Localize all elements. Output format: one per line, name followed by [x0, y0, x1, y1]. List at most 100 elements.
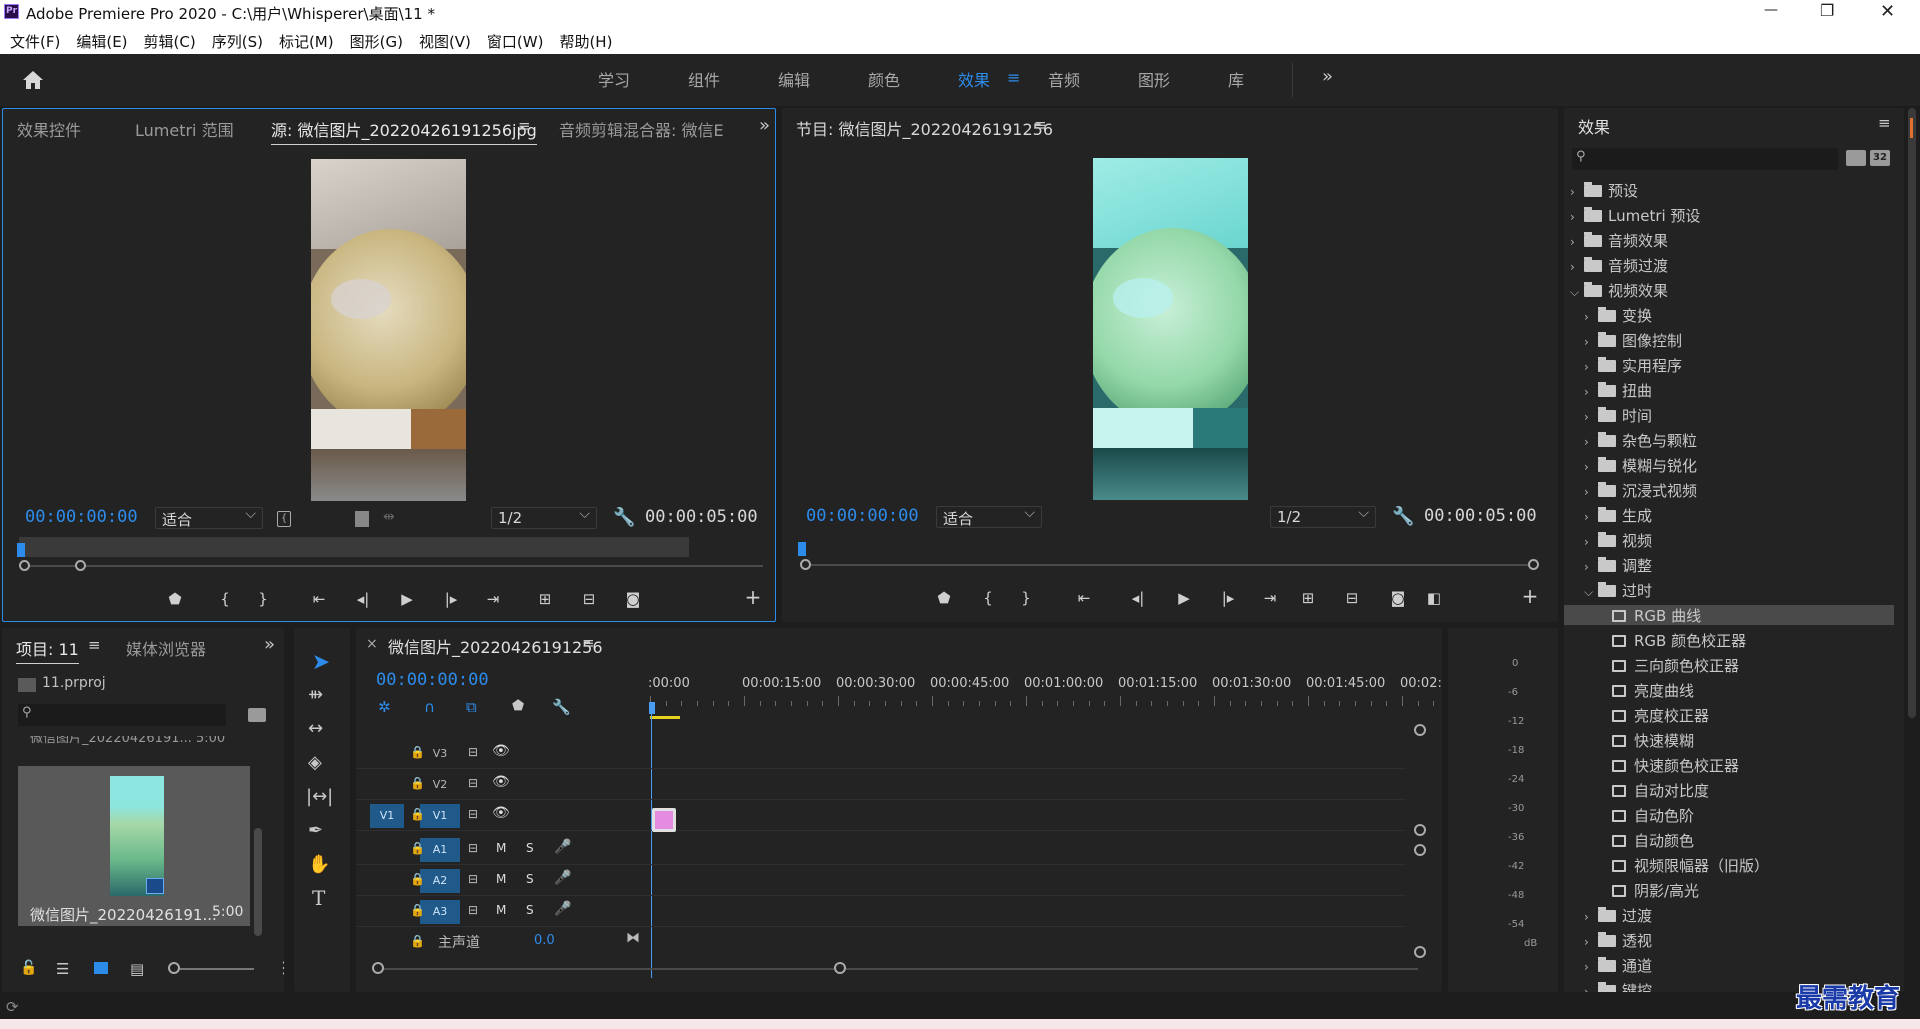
mute-button[interactable]: M	[496, 841, 506, 855]
source-zoom-handle-right[interactable]	[75, 560, 86, 571]
microphone-icon[interactable]: 🎤	[554, 839, 571, 855]
thumbnail-zoom-slider[interactable]	[170, 968, 254, 970]
media-browser-tab[interactable]: 媒体浏览器	[126, 636, 206, 660]
track-target-V3[interactable]: V3	[426, 742, 454, 766]
chevron-right-icon[interactable]: ›	[1584, 535, 1598, 549]
source-zoom-scrollbar[interactable]	[23, 565, 763, 567]
sync-lock-icon[interactable]: ⊟	[468, 872, 478, 886]
chevron-right-icon[interactable]: ›	[1584, 910, 1598, 924]
lock-icon[interactable]: 🔒	[410, 745, 425, 759]
sync-lock-icon[interactable]: ⊟	[468, 745, 478, 759]
restore-button[interactable]: ❐	[1820, 1, 1834, 20]
effects-tree-row[interactable]: 快速模糊	[1564, 730, 1894, 750]
sync-lock-icon[interactable]: ⊟	[468, 807, 478, 821]
workspace-more-icon[interactable]: »	[1322, 66, 1333, 87]
mute-button[interactable]: M	[496, 903, 506, 917]
track-target-V2[interactable]: V2	[426, 773, 454, 797]
source-timecode[interactable]: 00:00:00:00	[25, 507, 138, 527]
lock-icon[interactable]: 🔒	[410, 807, 425, 821]
new-bin-from-search-icon[interactable]	[248, 708, 266, 722]
track-target-V1[interactable]: V1	[420, 804, 460, 828]
add-marker-icon[interactable]: ⬟	[163, 589, 187, 609]
menu-item-2[interactable]: 剪辑(C)	[144, 31, 196, 52]
effects-tree-row[interactable]: › 调整	[1564, 555, 1894, 575]
chevron-right-icon[interactable]: ›	[1584, 360, 1598, 374]
snap-magnet-icon[interactable]: ∩	[424, 698, 435, 716]
step-back-icon[interactable]: ◂|	[351, 589, 375, 609]
eye-icon[interactable]: 👁	[492, 774, 510, 790]
project-search-input[interactable]: ⚲	[18, 704, 226, 726]
menu-item-3[interactable]: 序列(S)	[212, 31, 263, 52]
program-mark-in-icon[interactable]: {	[976, 588, 1000, 608]
program-step-back-icon[interactable]: ◂|	[1126, 588, 1150, 608]
program-export-frame-camera-icon[interactable]: ◙	[1386, 588, 1410, 608]
program-zoom-handle-right[interactable]	[1528, 559, 1539, 570]
home-icon[interactable]	[22, 70, 44, 90]
effects-panel-title[interactable]: 效果	[1578, 114, 1610, 138]
chevron-right-icon[interactable]: ›	[1570, 185, 1584, 199]
program-timecode[interactable]: 00:00:00:00	[806, 506, 919, 526]
menu-item-5[interactable]: 图形(G)	[350, 31, 403, 52]
program-panel-title[interactable]: 节目: 微信图片_20220426191256	[796, 116, 1053, 143]
effects-tree-row[interactable]: 快速颜色校正器	[1564, 755, 1894, 775]
timeline-settings-wrench-icon[interactable]: 🔧	[552, 698, 571, 716]
chevron-right-icon[interactable]: ›	[1584, 335, 1598, 349]
timeline-menu-icon[interactable]: ≡	[582, 634, 595, 652]
source-settings-wrench-icon[interactable]: 🔧	[613, 507, 635, 528]
chevron-right-icon[interactable]: ›	[1584, 410, 1598, 424]
ripple-edit-tool-icon[interactable]: ↔	[308, 718, 323, 739]
program-zoom-scrollbar[interactable]	[804, 564, 1534, 566]
eye-icon[interactable]: 👁	[492, 743, 510, 759]
accelerated-32bit-icon[interactable]: 32	[1870, 150, 1890, 166]
effects-tree-row[interactable]: › 变换	[1564, 305, 1894, 325]
clip-v1[interactable]	[652, 808, 676, 832]
video-track-scroll-handle-top[interactable]	[1414, 724, 1426, 736]
project-writable-lock-icon[interactable]: 🔓	[20, 960, 37, 976]
play-icon[interactable]: ▶	[395, 589, 419, 609]
chevron-right-icon[interactable]: ›	[1570, 235, 1584, 249]
solo-button[interactable]: S	[526, 872, 534, 886]
workspace-tab-7[interactable]: 库	[1228, 67, 1244, 91]
video-track-scroll-handle-bottom[interactable]	[1414, 824, 1426, 836]
audio-track-scroll-handle-top[interactable]	[1414, 844, 1426, 856]
program-resolution-dropdown[interactable]: 1/2	[1270, 505, 1376, 528]
project-more-icon[interactable]: »	[264, 634, 275, 655]
effects-tree-row[interactable]: › 扭曲	[1564, 380, 1894, 400]
project-scrollbar[interactable]	[254, 828, 262, 936]
menu-item-6[interactable]: 视图(V)	[419, 31, 471, 52]
effects-tree-row[interactable]: › 预设	[1564, 180, 1894, 200]
timeline-zoom-handle-left[interactable]	[372, 962, 384, 974]
effects-search-input[interactable]: ⚲	[1572, 148, 1838, 170]
sync-lock-icon[interactable]: ⊟	[468, 841, 478, 855]
chevron-right-icon[interactable]: ›	[1584, 435, 1598, 449]
menu-item-4[interactable]: 标记(M)	[279, 31, 334, 52]
chevron-right-icon[interactable]: ›	[1584, 935, 1598, 949]
program-button-editor-plus-icon[interactable]: +	[1518, 586, 1542, 606]
button-editor-plus-icon[interactable]: +	[741, 587, 765, 607]
source-playhead[interactable]	[17, 543, 25, 557]
program-go-to-in-icon[interactable]: ⇤	[1072, 588, 1096, 608]
effects-tree-row[interactable]: › Lumetri 预设	[1564, 205, 1894, 225]
workspace-tab-0[interactable]: 学习	[598, 67, 630, 91]
effects-tree-row[interactable]: RGB 曲线	[1564, 605, 1894, 625]
effects-tree-row[interactable]: 自动颜色	[1564, 830, 1894, 850]
lock-icon[interactable]: 🔒	[410, 872, 425, 886]
new-custom-bin-icon[interactable]	[1846, 150, 1866, 166]
source-tab-0[interactable]: 效果控件	[17, 117, 81, 141]
track-target-A3[interactable]: A3	[420, 900, 460, 924]
menu-item-7[interactable]: 窗口(W)	[487, 31, 544, 52]
effects-tree-row[interactable]: ⌵ 视频效果	[1564, 280, 1894, 300]
thumbnail-zoom-handle[interactable]	[168, 962, 180, 974]
timeline-playhead-head[interactable]	[649, 702, 655, 714]
timeline-close-icon[interactable]: ×	[366, 636, 378, 652]
timeline-title[interactable]: 微信图片_20220426191256	[388, 634, 603, 658]
lock-icon[interactable]: 🔒	[410, 841, 425, 855]
timeline-zoom-handle-right[interactable]	[834, 962, 846, 974]
microphone-icon[interactable]: 🎤	[554, 901, 571, 917]
effects-tree-row[interactable]: › 图像控制	[1564, 330, 1894, 350]
program-fit-dropdown[interactable]: 适合	[936, 505, 1042, 528]
effects-tree-row[interactable]: 三向颜色校正器	[1564, 655, 1894, 675]
program-comparison-view-icon[interactable]: ◧	[1422, 588, 1446, 608]
workspace-tab-5[interactable]: 音频	[1048, 67, 1080, 91]
master-lock-icon[interactable]: 🔒	[410, 934, 425, 948]
